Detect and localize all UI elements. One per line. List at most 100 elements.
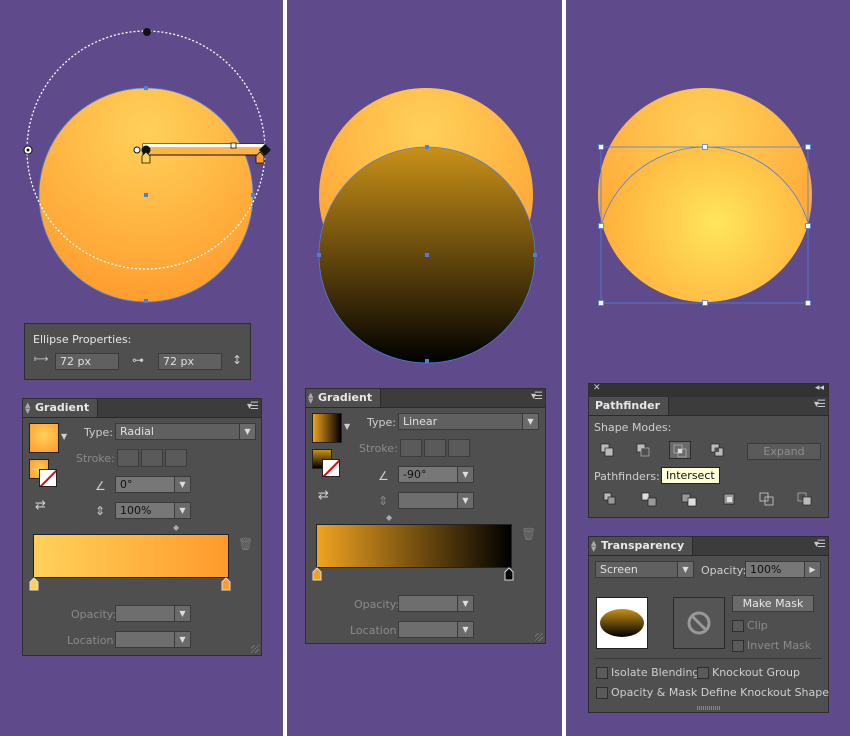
type-label: Type: [84, 426, 113, 439]
type-select[interactable]: Radial ▼ [115, 423, 256, 440]
minus-front-icon[interactable] [633, 441, 655, 459]
angle-input[interactable]: 0° ▼ [115, 476, 191, 493]
midpoint-diamond[interactable]: ◆ [386, 513, 392, 522]
stroke-along-icon[interactable] [141, 449, 163, 467]
resize-grip[interactable] [535, 633, 543, 641]
gradient-slider[interactable] [316, 524, 512, 568]
type-select[interactable]: Linear ▼ [398, 413, 539, 430]
angle-icon: ∠ [378, 469, 389, 483]
aspect-ratio-input[interactable]: ▼ [398, 492, 474, 509]
minus-back-icon[interactable] [795, 490, 817, 508]
resize-grip[interactable] [251, 645, 259, 653]
intersect-icon[interactable] [669, 441, 691, 459]
opacity-label: Opacity: [354, 598, 400, 611]
stroke-across-icon[interactable] [448, 439, 470, 457]
panel-resize-handle[interactable] [697, 706, 721, 710]
invert-mask-checkbox[interactable] [732, 640, 744, 652]
gradient-swatch[interactable] [29, 423, 59, 453]
divider [595, 658, 822, 659]
stroke-label: Stroke: [359, 442, 398, 455]
chevron-down-icon: ▼ [457, 467, 473, 482]
location-label: Location: [67, 634, 118, 647]
chevron-down-icon: ▼ [677, 562, 693, 577]
tab-transparency[interactable]: ▲ ▼ Transparency [589, 537, 694, 555]
height-input[interactable]: 72 px [158, 353, 222, 370]
object-thumbnail[interactable] [596, 597, 648, 649]
stroke-across-icon[interactable] [165, 449, 187, 467]
reverse-gradient-icon[interactable]: ⇄ [35, 498, 46, 513]
opacity-label: Opacity: [71, 608, 117, 621]
swatch-dropdown-icon[interactable]: ▼ [61, 432, 67, 441]
shape-modes-label: Shape Modes: [594, 421, 672, 434]
panel-menu-icon[interactable]: ▾☰ [531, 391, 543, 402]
swatch-dropdown-icon[interactable]: ▼ [344, 422, 350, 431]
chevron-down-icon: ▼ [457, 493, 473, 508]
panel-menu-icon[interactable]: ▾☰ [814, 399, 826, 410]
tab-bar: ▲ ▼ Gradient ▾☰ [23, 399, 261, 418]
color-stop-left[interactable] [29, 577, 39, 591]
tab-pathfinder[interactable]: Pathfinder [589, 397, 670, 415]
location-input[interactable]: ▼ [398, 621, 474, 638]
divide-icon[interactable] [601, 490, 623, 508]
mask-thumbnail[interactable] [673, 597, 725, 649]
clip-checkbox[interactable] [732, 620, 744, 632]
stroke-within-icon[interactable] [117, 449, 139, 467]
gradient-swatch[interactable] [312, 413, 342, 443]
aspect-ratio-icon: ⇕ [95, 504, 106, 518]
midpoint-diamond[interactable]: ◆ [173, 523, 179, 532]
isolate-blending-checkbox[interactable] [596, 667, 608, 679]
tab-gradient[interactable]: ▲ ▼ Gradient [306, 389, 382, 407]
gradient-slider[interactable] [33, 534, 229, 578]
gradient-panel-linear: ▲ ▼ Gradient ▾☰ ▼ ⇄ Type: Linear ▼ Stroke: … [305, 388, 546, 644]
knockout-group-label: Knockout Group [712, 666, 800, 679]
stroke-along-icon[interactable] [424, 439, 446, 457]
stroke-within-icon[interactable] [400, 439, 422, 457]
outline-icon[interactable] [757, 490, 779, 508]
angle-input[interactable]: -90° ▼ [398, 466, 474, 483]
color-stop-right[interactable] [504, 567, 514, 581]
merge-icon[interactable] [679, 490, 701, 508]
opacity-input[interactable]: 100% ▶ [745, 561, 821, 578]
exclude-icon[interactable] [707, 441, 729, 459]
chevron-down-icon: ▼ [174, 632, 190, 647]
blend-mode-select[interactable]: Screen ▼ [595, 561, 694, 578]
transparency-panel: ▲ ▼ Transparency ▾☰ Screen ▼ Opacity: 100% ▶… [588, 536, 829, 713]
chevron-down-icon: ▼ [174, 606, 190, 621]
panel-menu-icon[interactable]: ▾☰ [814, 539, 826, 550]
expand-button[interactable]: Expand [747, 443, 821, 460]
trim-icon[interactable] [639, 490, 661, 508]
unite-icon[interactable] [597, 441, 619, 459]
thumbnail-shape [600, 609, 644, 637]
angle-icon: ∠ [95, 479, 106, 493]
width-input[interactable]: 72 px [55, 353, 119, 370]
type-label: Type: [367, 416, 396, 429]
location-input[interactable]: ▼ [115, 631, 191, 648]
crop-icon[interactable] [719, 490, 741, 508]
color-stop-left[interactable] [312, 567, 322, 581]
tab-gradient[interactable]: ▲ ▼ Gradient [23, 399, 99, 417]
opacity-label: Opacity: [701, 564, 747, 577]
make-mask-button[interactable]: Make Mask [732, 595, 814, 612]
stroke-none-swatch[interactable] [322, 459, 340, 477]
opacity-input[interactable]: ▼ [398, 595, 474, 612]
panel-menu-icon[interactable]: ▾☰ [247, 401, 259, 412]
knockout-group-checkbox[interactable] [697, 667, 709, 679]
no-mask-icon [687, 611, 711, 635]
reverse-gradient-icon[interactable]: ⇄ [318, 488, 329, 503]
opacity-mask-knockout-label: Opacity & Mask Define Knockout Shape [611, 686, 830, 699]
color-stop-right[interactable] [221, 577, 231, 591]
trash-icon[interactable]: 🗑 [521, 527, 536, 541]
chevron-down-icon: ▼ [457, 596, 473, 611]
intersect-shape[interactable] [597, 146, 813, 363]
link-icon[interactable]: ⊶ [132, 353, 144, 367]
width-icon: ⟼ [34, 354, 49, 365]
aspect-ratio-input[interactable]: 100% ▼ [115, 502, 191, 519]
chevron-down-icon: ▼ [174, 503, 190, 518]
stroke-none-swatch[interactable] [39, 469, 57, 487]
opacity-input[interactable]: ▼ [115, 605, 191, 622]
trash-icon[interactable]: 🗑 [238, 537, 253, 551]
close-icon[interactable]: ✕ [593, 383, 601, 393]
collapse-icon[interactable]: ◂◂ [815, 383, 824, 393]
gradient-panel-radial: ▲ ▼ Gradient ▾☰ ▼ ⇄ Type: Radial ▼ Stroke: … [22, 398, 262, 656]
opacity-mask-knockout-checkbox[interactable] [596, 687, 608, 699]
